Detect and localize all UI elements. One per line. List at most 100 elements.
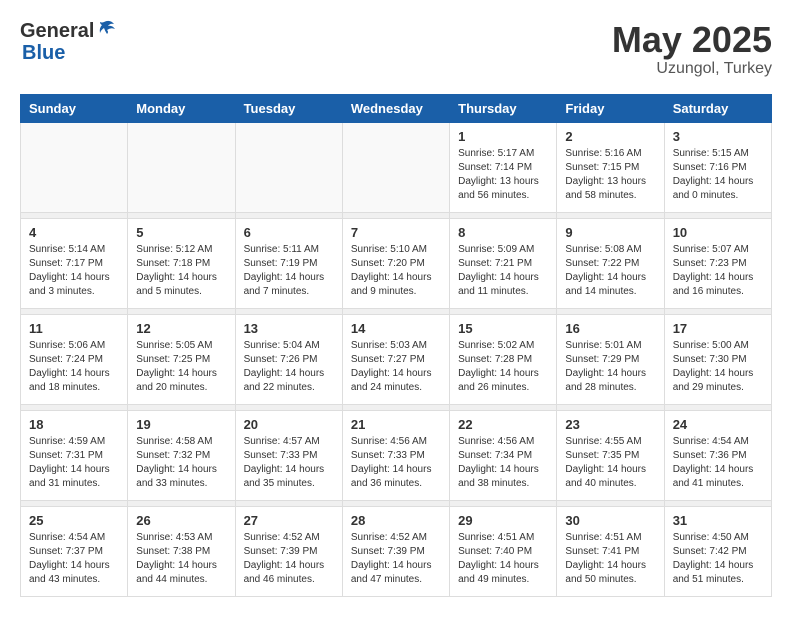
day-number: 29 [458,513,548,528]
page-header: General Blue May 2025 Uzungol, Turkey [20,20,772,78]
logo-blue: Blue [22,42,118,64]
calendar-day-cell: 16Sunrise: 5:01 AMSunset: 7:29 PMDayligh… [557,314,664,404]
calendar-day-cell: 29Sunrise: 4:51 AMSunset: 7:40 PMDayligh… [450,506,557,596]
calendar-day-cell [235,122,342,212]
day-number: 26 [136,513,226,528]
calendar-day-cell: 7 Sunrise: 5:10 AMSunset: 7:20 PMDaylight… [342,218,449,308]
day-number: 21 [351,417,441,432]
day-info: Sunrise: 5:08 AMSunset: 7:22 PMDaylight:… [565,243,655,299]
calendar-day-cell: 6 Sunrise: 5:11 AMSunset: 7:19 PMDaylight… [235,218,342,308]
calendar-day-cell: 1 Sunrise: 5:17 AMSunset: 7:14 PMDaylight… [450,122,557,212]
calendar-day-cell: 2 Sunrise: 5:16 AMSunset: 7:15 PMDaylight… [557,122,664,212]
day-info: Sunrise: 5:16 AMSunset: 7:15 PMDaylight:… [565,147,655,203]
calendar-day-cell: 5 Sunrise: 5:12 AMSunset: 7:18 PMDaylight… [128,218,235,308]
weekday-header: Monday [128,94,235,122]
day-number: 17 [673,321,763,336]
location: Uzungol, Turkey [612,60,772,78]
calendar-week-row: 25Sunrise: 4:54 AMSunset: 7:37 PMDayligh… [21,506,772,596]
calendar-day-cell: 9Sunrise: 5:08 AMSunset: 7:22 PMDaylight… [557,218,664,308]
calendar-day-cell: 3Sunrise: 5:15 AMSunset: 7:16 PMDaylight… [664,122,771,212]
weekday-header: Thursday [450,94,557,122]
weekday-header: Friday [557,94,664,122]
calendar-day-cell: 18 Sunrise: 4:59 AMSunset: 7:31 PMDayligh… [21,410,128,500]
calendar-day-cell: 25Sunrise: 4:54 AMSunset: 7:37 PMDayligh… [21,506,128,596]
calendar-day-cell: 28 Sunrise: 4:52 AMSunset: 7:39 PMDayligh… [342,506,449,596]
calendar-table: SundayMondayTuesdayWednesdayThursdayFrid… [20,94,772,597]
day-number: 12 [136,321,226,336]
day-number: 15 [458,321,548,336]
day-info: Sunrise: 5:02 AMSunset: 7:28 PMDaylight:… [458,339,548,395]
calendar-day-cell: 24Sunrise: 4:54 AMSunset: 7:36 PMDayligh… [664,410,771,500]
day-number: 8 [458,225,548,240]
day-number: 30 [565,513,655,528]
month-title: May 2025 [612,20,772,60]
day-info: Sunrise: 4:59 AMSunset: 7:31 PMDaylight:… [29,435,119,491]
day-info: Sunrise: 5:14 AMSunset: 7:17 PMDaylight:… [29,243,119,299]
day-info: Sunrise: 5:06 AMSunset: 7:24 PMDaylight:… [29,339,119,395]
day-info: Sunrise: 5:00 AMSunset: 7:30 PMDaylight:… [673,339,763,395]
day-number: 2 [565,129,655,144]
day-number: 22 [458,417,548,432]
calendar-day-cell: 19 Sunrise: 4:58 AMSunset: 7:32 PMDayligh… [128,410,235,500]
logo: General Blue [20,20,118,64]
title-section: May 2025 Uzungol, Turkey [612,20,772,78]
day-info: Sunrise: 5:01 AMSunset: 7:29 PMDaylight:… [565,339,655,395]
day-number: 5 [136,225,226,240]
day-number: 4 [29,225,119,240]
day-info: Sunrise: 4:52 AMSunset: 7:39 PMDaylight:… [351,531,441,587]
day-number: 20 [244,417,334,432]
weekday-header: Saturday [664,94,771,122]
calendar-day-cell: 4 Sunrise: 5:14 AMSunset: 7:17 PMDaylight… [21,218,128,308]
day-info: Sunrise: 5:12 AMSunset: 7:18 PMDaylight:… [136,243,226,299]
calendar-week-row: 11 Sunrise: 5:06 AMSunset: 7:24 PMDayligh… [21,314,772,404]
day-info: Sunrise: 4:56 AMSunset: 7:33 PMDaylight:… [351,435,441,491]
day-info: Sunrise: 5:15 AMSunset: 7:16 PMDaylight:… [673,147,763,203]
day-info: Sunrise: 4:58 AMSunset: 7:32 PMDaylight:… [136,435,226,491]
calendar-day-cell: 14 Sunrise: 5:03 AMSunset: 7:27 PMDayligh… [342,314,449,404]
day-info: Sunrise: 4:52 AMSunset: 7:39 PMDaylight:… [244,531,334,587]
calendar-day-cell: 31Sunrise: 4:50 AMSunset: 7:42 PMDayligh… [664,506,771,596]
logo-bird-icon [96,18,118,40]
calendar-day-cell: 11 Sunrise: 5:06 AMSunset: 7:24 PMDayligh… [21,314,128,404]
day-number: 13 [244,321,334,336]
calendar-day-cell: 21 Sunrise: 4:56 AMSunset: 7:33 PMDayligh… [342,410,449,500]
calendar-header-row: SundayMondayTuesdayWednesdayThursdayFrid… [21,94,772,122]
day-info: Sunrise: 4:54 AMSunset: 7:36 PMDaylight:… [673,435,763,491]
day-info: Sunrise: 5:04 AMSunset: 7:26 PMDaylight:… [244,339,334,395]
calendar-day-cell: 13 Sunrise: 5:04 AMSunset: 7:26 PMDayligh… [235,314,342,404]
day-number: 1 [458,129,548,144]
day-number: 25 [29,513,119,528]
day-number: 10 [673,225,763,240]
calendar-day-cell: 27Sunrise: 4:52 AMSunset: 7:39 PMDayligh… [235,506,342,596]
logo-general: General [20,20,94,42]
day-number: 7 [351,225,441,240]
day-info: Sunrise: 4:57 AMSunset: 7:33 PMDaylight:… [244,435,334,491]
day-number: 11 [29,321,119,336]
calendar-day-cell: 12 Sunrise: 5:05 AMSunset: 7:25 PMDayligh… [128,314,235,404]
calendar-day-cell: 15 Sunrise: 5:02 AMSunset: 7:28 PMDayligh… [450,314,557,404]
calendar-day-cell: 30 Sunrise: 4:51 AMSunset: 7:41 PMDayligh… [557,506,664,596]
calendar-day-cell: 8Sunrise: 5:09 AMSunset: 7:21 PMDaylight… [450,218,557,308]
day-info: Sunrise: 4:51 AMSunset: 7:41 PMDaylight:… [565,531,655,587]
day-number: 19 [136,417,226,432]
day-number: 31 [673,513,763,528]
day-info: Sunrise: 5:03 AMSunset: 7:27 PMDaylight:… [351,339,441,395]
day-info: Sunrise: 4:53 AMSunset: 7:38 PMDaylight:… [136,531,226,587]
calendar-week-row: 4 Sunrise: 5:14 AMSunset: 7:17 PMDaylight… [21,218,772,308]
day-info: Sunrise: 5:10 AMSunset: 7:20 PMDaylight:… [351,243,441,299]
calendar-day-cell [21,122,128,212]
weekday-header: Tuesday [235,94,342,122]
calendar-day-cell: 26 Sunrise: 4:53 AMSunset: 7:38 PMDayligh… [128,506,235,596]
day-number: 6 [244,225,334,240]
day-info: Sunrise: 5:17 AMSunset: 7:14 PMDaylight:… [458,147,548,203]
weekday-header: Sunday [21,94,128,122]
calendar-day-cell: 17 Sunrise: 5:00 AMSunset: 7:30 PMDayligh… [664,314,771,404]
day-number: 18 [29,417,119,432]
day-number: 28 [351,513,441,528]
day-number: 14 [351,321,441,336]
day-info: Sunrise: 5:11 AMSunset: 7:19 PMDaylight:… [244,243,334,299]
day-info: Sunrise: 5:05 AMSunset: 7:25 PMDaylight:… [136,339,226,395]
calendar-week-row: 1 Sunrise: 5:17 AMSunset: 7:14 PMDaylight… [21,122,772,212]
calendar-day-cell [128,122,235,212]
weekday-header: Wednesday [342,94,449,122]
